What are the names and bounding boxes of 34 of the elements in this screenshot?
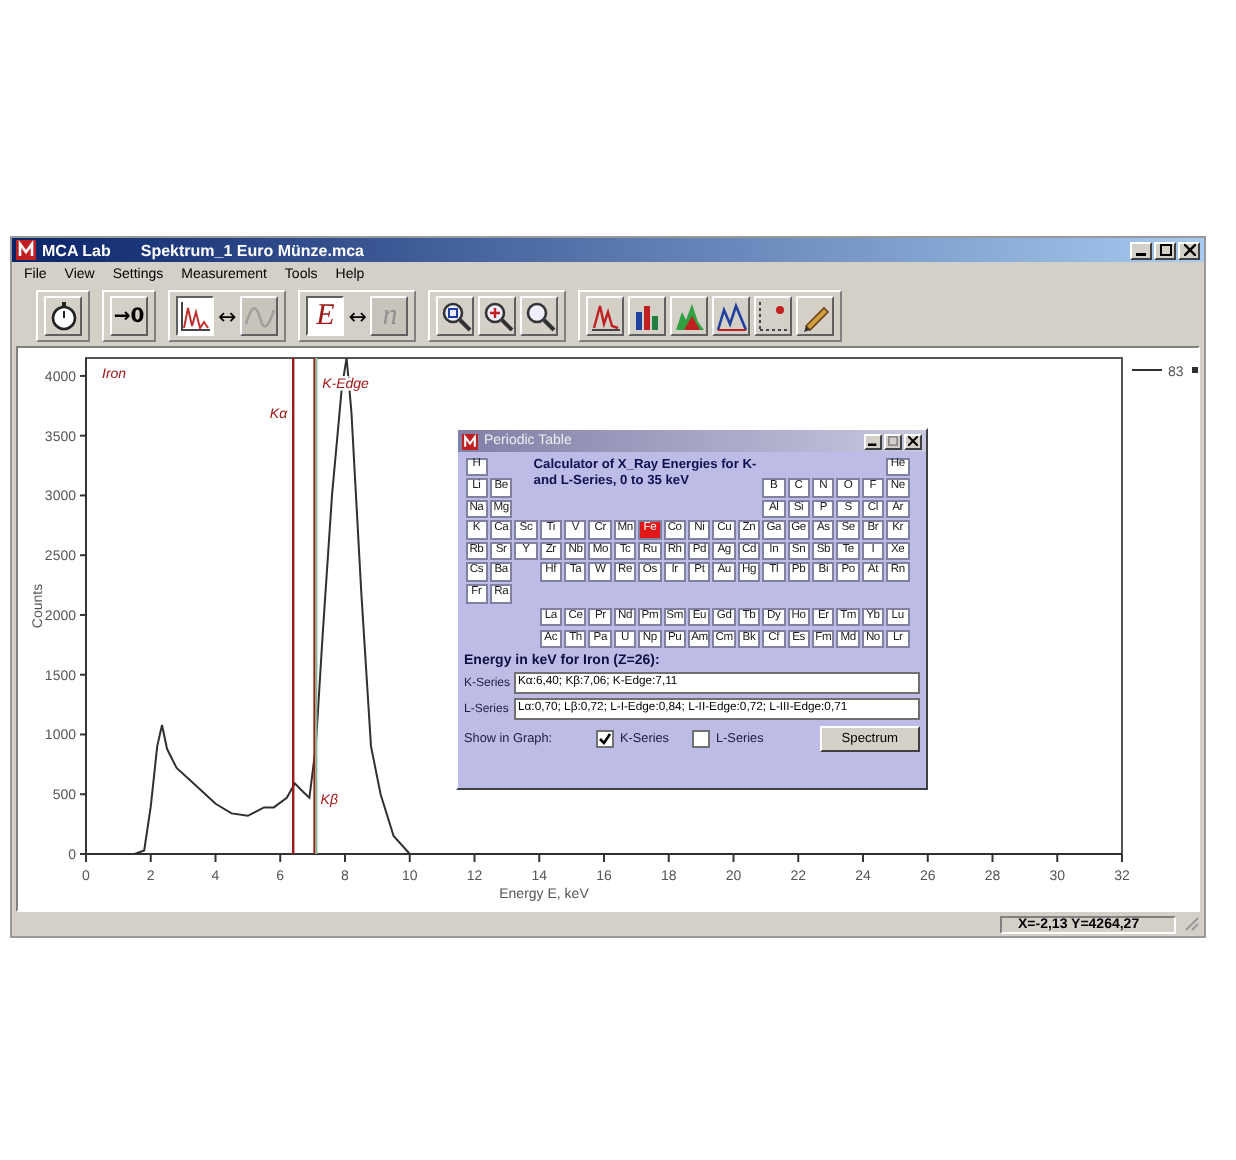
- checkbox[interactable]: [692, 730, 710, 749]
- app-icon: [16, 240, 36, 260]
- legend-line: [1131, 369, 1163, 371]
- outline-chart-icon: [715, 300, 748, 332]
- arrow-symbol: ↔: [218, 303, 237, 329]
- minimize-button[interactable]: [1130, 241, 1152, 259]
- app-name: MCA Lab: [42, 241, 111, 259]
- close-button[interactable]: [1178, 241, 1200, 259]
- zero-button[interactable]: →0: [110, 296, 148, 336]
- maximize-icon: [1159, 244, 1171, 256]
- close-icon: [908, 436, 918, 446]
- peak-chart-icon: [589, 300, 622, 332]
- close-icon: [1183, 244, 1195, 256]
- area-chart-icon: [673, 300, 706, 332]
- arrow-symbol: ↔: [348, 303, 367, 329]
- toolbar-button[interactable]: [176, 296, 214, 336]
- zoom-icon: [439, 300, 472, 332]
- legend-marker: [1192, 367, 1198, 373]
- unit-toggle[interactable]: E: [306, 296, 345, 336]
- zoom-in-icon: [481, 300, 514, 332]
- stopwatch-icon: [47, 300, 79, 332]
- maximize-icon: [888, 436, 898, 446]
- app-icon: [462, 433, 478, 449]
- spectrum-icon: [179, 300, 211, 332]
- dotted-chart-icon: [757, 300, 790, 332]
- maximize-button[interactable]: [884, 433, 902, 449]
- bar-chart-icon: [631, 300, 664, 332]
- window-title: Spektrum_1 Euro Münze.mca: [140, 241, 364, 259]
- maximize-button[interactable]: [1154, 241, 1176, 259]
- close-button[interactable]: [904, 433, 922, 449]
- checkbox[interactable]: [596, 730, 614, 749]
- zoom-out-icon: [523, 300, 556, 332]
- minimize-button[interactable]: [864, 433, 882, 449]
- resize-grip-icon: [1184, 916, 1200, 932]
